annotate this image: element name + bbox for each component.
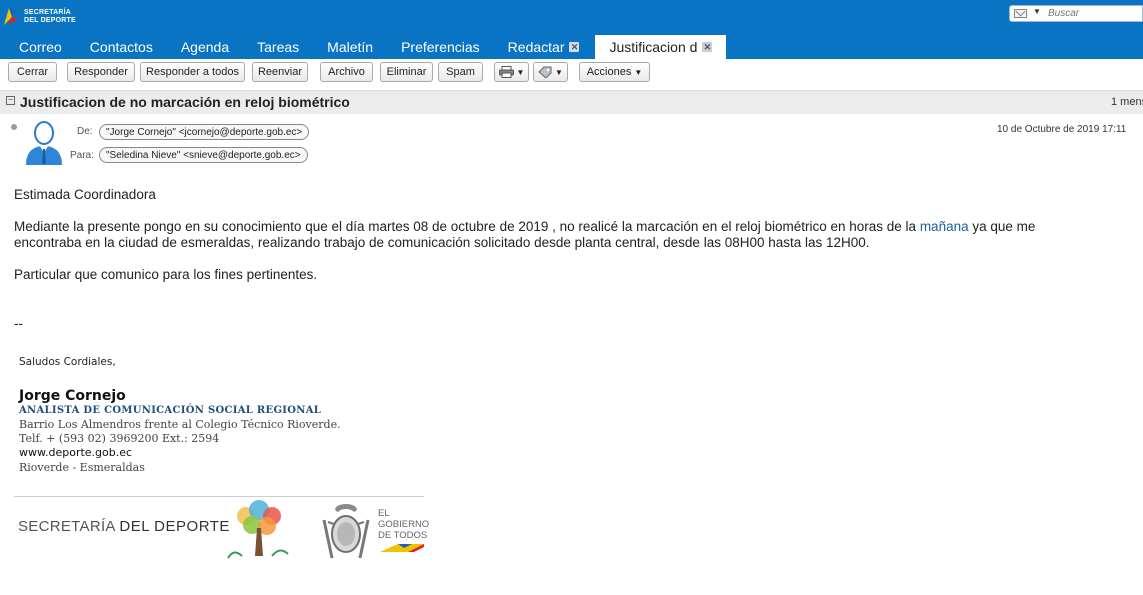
tab-label: Preferencias: [401, 38, 480, 55]
search-type-dropdown-icon[interactable]: ▼: [1033, 7, 1041, 16]
collapse-icon[interactable]: −: [6, 96, 15, 105]
footer-logo-word: SECRETARÍA: [18, 518, 115, 535]
message-count: 1 mens: [1111, 96, 1143, 108]
tab-agenda[interactable]: Agenda: [167, 35, 243, 59]
secretaria-deporte-logo[interactable]: SECRETARÍA DEL DEPORTE: [2, 3, 78, 29]
signature-name: Jorge Cornejo: [19, 388, 126, 404]
ecuador-coat-of-arms-icon: [322, 504, 370, 559]
signature-website[interactable]: www.deporte.gob.ec: [19, 446, 132, 459]
signature-city: Rioverde - Esmeraldas: [19, 461, 145, 474]
flag-logo-icon: [4, 8, 18, 25]
main-nav: Correo Contactos Agenda Tareas Maletín P…: [0, 35, 727, 59]
reply-all-button[interactable]: Responder a todos: [140, 62, 245, 82]
print-button[interactable]: ▼: [494, 62, 529, 82]
signature-divider: [14, 496, 424, 497]
gob-line: DE TODOS: [378, 530, 428, 541]
close-tab-icon[interactable]: ✕: [569, 42, 580, 52]
spam-button[interactable]: Spam: [438, 62, 483, 82]
close-tab-icon[interactable]: ✕: [702, 42, 713, 52]
printer-icon: [498, 66, 514, 79]
tab-label: Justificacion d: [609, 38, 698, 55]
body-text-part: ya que me: [968, 219, 1036, 234]
search-box[interactable]: ▼ Buscar: [1009, 5, 1143, 22]
message-subject: Justificacion de no marcación en reloj b…: [20, 94, 350, 110]
from-label: De:: [77, 126, 93, 137]
message-date: 10 de Octubre de 2019 17:11: [997, 124, 1127, 135]
signature-address: Barrio Los Almendros frente al Colegio T…: [19, 418, 341, 431]
body-paragraph-3: Particular que comunico para los fines p…: [14, 267, 318, 282]
tab-label: Maletín: [327, 38, 374, 55]
actions-dropdown[interactable]: Acciones ▼: [579, 62, 650, 82]
footer-secretaria-logo: SECRETARÍA DEL DEPORTE: [18, 518, 230, 535]
tab-correo[interactable]: Correo: [0, 35, 76, 59]
highlighted-word: mañana: [919, 219, 969, 234]
mail-icon: [1014, 9, 1027, 18]
footer-logo-word: DEL DEPORTE: [119, 518, 230, 535]
archive-button[interactable]: Archivo: [320, 62, 373, 82]
tab-label: Agenda: [180, 38, 230, 55]
gob-stripes-icon: [380, 544, 424, 552]
tab-preferencias[interactable]: Preferencias: [387, 35, 494, 59]
from-address[interactable]: "Jorge Cornejo" <jcornejo@deporte.gob.ec…: [99, 124, 310, 140]
forward-button[interactable]: Reenviar: [252, 62, 308, 82]
gob-line: GOBIERNO: [378, 519, 430, 530]
conversation-header: − Justificacion de no marcación en reloj…: [0, 90, 1143, 114]
avatar: [26, 121, 62, 165]
toda-una-vida-logo-icon: [227, 500, 289, 559]
close-button[interactable]: Cerrar: [8, 62, 57, 82]
tab-label: Tareas: [257, 38, 300, 55]
body-paragraph-2: encontraba en la ciudad de esmeraldas, r…: [14, 235, 870, 250]
body-greeting: Estimada Coordinadora: [14, 187, 156, 202]
tab-label: Contactos: [89, 38, 153, 55]
gobierno-de-todos-logo: EL GOBIERNO DE TODOS: [378, 508, 430, 564]
gob-line: EL: [378, 508, 390, 519]
tab-contactos[interactable]: Contactos: [76, 35, 167, 59]
tag-button[interactable]: ▼: [533, 62, 568, 82]
tab-tareas[interactable]: Tareas: [243, 35, 313, 59]
search-input[interactable]: Buscar: [1048, 8, 1079, 19]
tag-icon: [538, 66, 552, 79]
signature-phone: Telf. + (593 02) 3969200 Ext.: 2594: [19, 432, 220, 445]
signature-greeting: Saludos Cordiales,: [19, 356, 116, 368]
read-status-icon[interactable]: [11, 124, 17, 130]
body-text-part: Mediante la presente pongo en su conocim…: [14, 219, 920, 234]
to-address[interactable]: "Seledina Nieve" <snieve@deporte.gob.ec>: [99, 147, 308, 163]
signature-separator: --: [14, 316, 23, 331]
actions-label: Acciones: [586, 66, 632, 78]
message-toolbar: Cerrar Responder Responder a todos Reenv…: [0, 59, 1143, 89]
chevron-down-icon: ▼: [555, 68, 563, 77]
delete-button[interactable]: Eliminar: [380, 62, 433, 82]
reply-button[interactable]: Responder: [67, 62, 135, 82]
top-header: SECRETARÍA DEL DEPORTE ▼ Buscar Correo C…: [0, 0, 1143, 59]
tab-justificacion[interactable]: Justificacion d ✕: [595, 35, 727, 59]
to-label: Para:: [70, 150, 94, 161]
tab-label: Correo: [19, 38, 62, 55]
tab-redactar[interactable]: Redactar ✕: [494, 35, 594, 59]
tab-maletin[interactable]: Maletín: [313, 35, 387, 59]
chevron-down-icon: ▼: [516, 68, 525, 77]
body-paragraph-1: Mediante la presente pongo en su conocim…: [14, 219, 1035, 234]
logo-line-1: SECRETARÍA: [24, 9, 71, 16]
chevron-down-icon: ▼: [634, 68, 643, 77]
tab-label: Redactar: [507, 38, 565, 55]
logo-line-2: DEL DEPORTE: [24, 17, 76, 24]
signature-title: ANALISTA DE COMUNICACIÓN SOCIAL REGIONAL: [19, 405, 322, 416]
